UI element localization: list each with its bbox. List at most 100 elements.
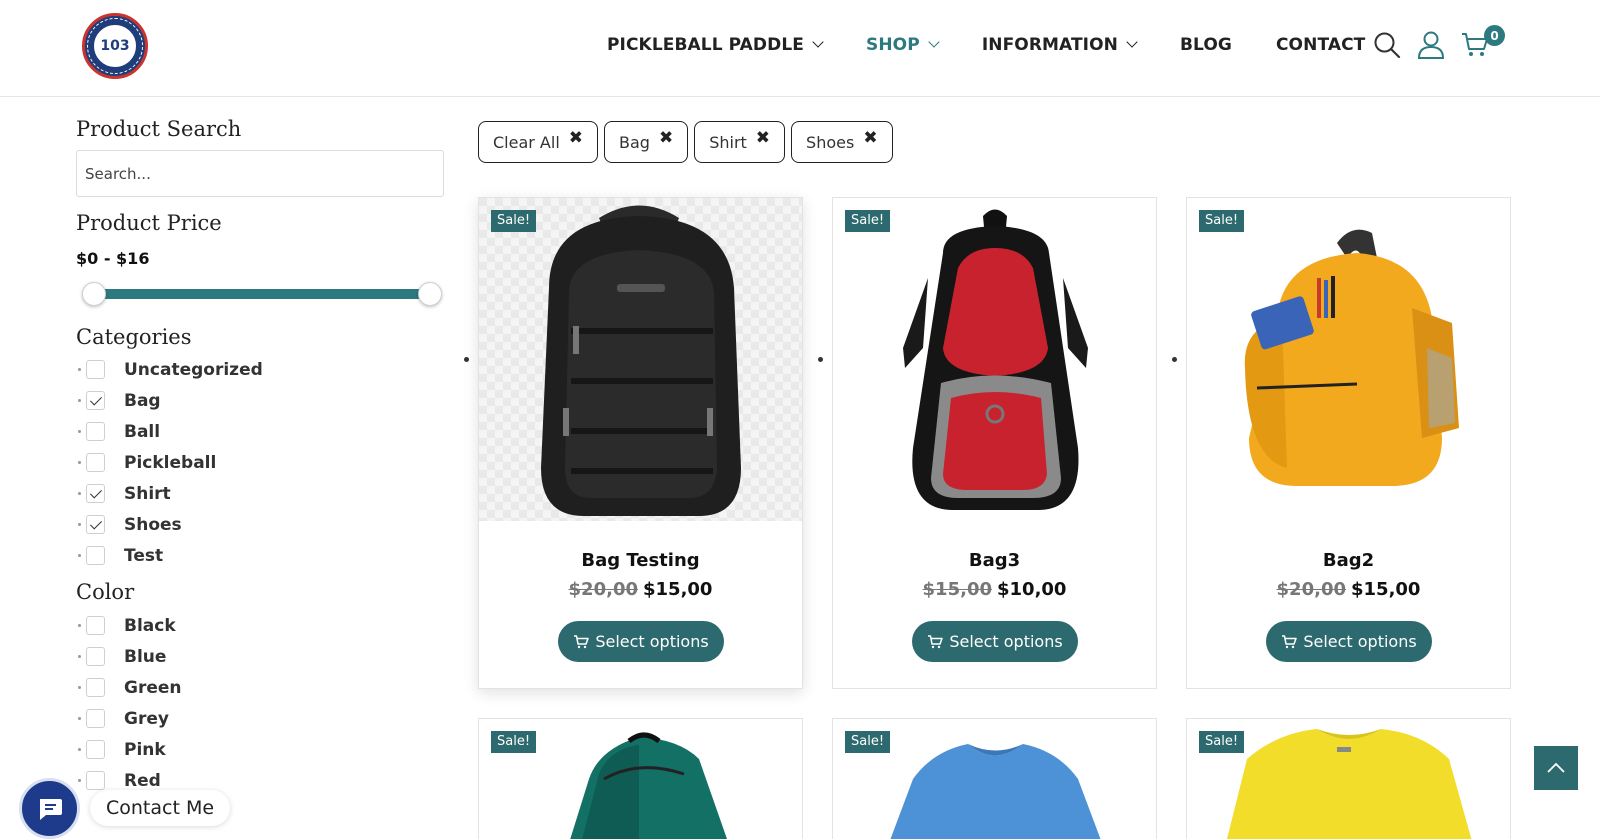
category-checkbox[interactable] (86, 360, 105, 379)
category-item-uncategorized[interactable]: Uncategorized (78, 354, 263, 385)
site-logo[interactable]: 103 (82, 13, 148, 79)
site-header: 103 PICKLEBALL PADDLE SHOP INFORMATION B… (0, 0, 1600, 97)
filter-chip-shoes[interactable]: Shoes ✖ (791, 121, 893, 163)
filter-chip-bag[interactable]: Bag ✖ (604, 121, 689, 163)
product-name[interactable]: Bag3 (833, 550, 1156, 571)
price-range-text: $0 - $16 (76, 249, 150, 268)
color-checkbox[interactable] (86, 616, 105, 635)
product-price-title: Product Price (76, 211, 222, 235)
color-checkbox[interactable] (86, 709, 105, 728)
product-price: $15,00 $10,00 (833, 579, 1156, 600)
button-label: Select options (1303, 632, 1417, 651)
category-checkbox[interactable] (86, 391, 105, 410)
cart-icon (928, 634, 944, 648)
nav-item-contact[interactable]: CONTACT (1276, 35, 1365, 55)
chip-label: Shirt (709, 132, 747, 152)
nav-label: BLOG (1179, 35, 1232, 55)
clear-all-chip[interactable]: Clear All ✖ (478, 121, 599, 163)
user-account-icon[interactable] (1414, 28, 1448, 62)
category-checkbox[interactable] (86, 515, 105, 534)
nav-item-shop[interactable]: SHOP (866, 35, 940, 55)
product-card[interactable]: Sale! (1186, 718, 1511, 839)
category-label: Shirt (124, 483, 171, 504)
category-item-pickleball[interactable]: Pickleball (78, 447, 263, 478)
color-checkbox[interactable] (86, 678, 105, 697)
color-label: Green (124, 677, 182, 698)
original-price: $15,00 (922, 579, 992, 600)
color-checkbox[interactable] (86, 647, 105, 666)
category-checkbox[interactable] (86, 484, 105, 503)
category-item-shoes[interactable]: Shoes (78, 509, 263, 540)
color-item-green[interactable]: Green (78, 672, 182, 703)
color-item-black[interactable]: Black (78, 610, 182, 641)
color-label: Red (124, 770, 161, 791)
category-item-bag[interactable]: Bag (78, 385, 263, 416)
back-to-top-button[interactable] (1534, 746, 1578, 790)
color-item-grey[interactable]: Grey (78, 703, 182, 734)
contact-me-label[interactable]: Contact Me (90, 790, 231, 826)
color-label: Black (124, 615, 176, 636)
nav-item-information[interactable]: INFORMATION (981, 35, 1138, 55)
category-item-shirt[interactable]: Shirt (78, 478, 263, 509)
nav-label: INFORMATION (981, 35, 1118, 55)
product-image-yellow-backpack[interactable] (1187, 198, 1510, 521)
price-slider-max-handle[interactable] (418, 282, 442, 306)
product-price: $20,00 $15,00 (479, 579, 802, 600)
product-image-black-backpack[interactable] (479, 198, 802, 521)
button-label: Select options (949, 632, 1063, 651)
color-checkbox[interactable] (86, 740, 105, 759)
select-options-button[interactable]: Select options (558, 621, 724, 662)
nav-label: CONTACT (1275, 35, 1366, 55)
color-checkbox[interactable] (86, 771, 105, 790)
nav-item-pickleball-paddle[interactable]: PICKLEBALL PADDLE (607, 35, 824, 55)
category-label: Pickleball (124, 452, 217, 473)
product-search-input[interactable] (76, 150, 444, 197)
select-options-button[interactable]: Select options (912, 621, 1078, 662)
color-item-blue[interactable]: Blue (78, 641, 182, 672)
product-card[interactable]: Sale! Bag3 $15,00 $10,00 Select options (832, 197, 1157, 689)
chevron-up-icon (1547, 762, 1565, 773)
bullet-dot (78, 717, 81, 720)
price-slider-min-handle[interactable] (82, 282, 106, 306)
remove-icon: ✖ (568, 128, 584, 148)
color-list: Black Blue Green Grey Pink Red (78, 610, 182, 796)
product-name[interactable]: Bag Testing (479, 550, 802, 571)
category-label: Test (124, 545, 164, 566)
category-item-ball[interactable]: Ball (78, 416, 263, 447)
category-checkbox[interactable] (86, 453, 105, 472)
chevron-down-icon (1126, 36, 1138, 48)
nav-item-blog[interactable]: BLOG (1180, 35, 1232, 55)
sale-price: $15,00 (1351, 579, 1421, 600)
select-options-button[interactable]: Select options (1266, 621, 1432, 662)
category-checkbox[interactable] (86, 546, 105, 565)
sale-badge: Sale! (491, 210, 537, 232)
product-card[interactable]: Sale! Bag2 $20,00 $15,00 Select options (1186, 197, 1511, 689)
cart-icon (1282, 634, 1298, 648)
product-name[interactable]: Bag2 (1187, 550, 1510, 571)
filter-chip-shirt[interactable]: Shirt ✖ (694, 121, 786, 163)
color-item-pink[interactable]: Pink (78, 734, 182, 765)
cart-count-badge: 0 (1484, 25, 1505, 46)
price-slider-track[interactable] (94, 289, 430, 299)
active-filter-chips: Clear All ✖ Bag ✖ Shirt ✖ Shoes ✖ (478, 121, 899, 163)
nav-label: SHOP (866, 35, 920, 55)
cart-icon (574, 634, 590, 648)
contact-chat-button[interactable] (19, 778, 80, 839)
category-label: Bag (124, 390, 161, 411)
sale-badge: Sale! (491, 731, 537, 753)
chip-label: Bag (619, 132, 650, 152)
original-price: $20,00 (568, 579, 638, 600)
category-list: Uncategorized Bag Ball Pickleball Shirt … (78, 354, 263, 571)
list-bullet (1172, 357, 1177, 362)
product-card[interactable]: Sale! (478, 718, 803, 839)
product-card[interactable]: Sale! Bag Testing $20,00 $15,00 Select op… (478, 197, 803, 689)
search-icon[interactable] (1370, 28, 1404, 62)
product-card[interactable]: Sale! (832, 718, 1157, 839)
category-item-test[interactable]: Test (78, 540, 263, 571)
category-checkbox[interactable] (86, 422, 105, 441)
bullet-dot (78, 430, 81, 433)
product-image-red-black-backpack[interactable] (833, 198, 1156, 521)
list-bullet (818, 357, 823, 362)
chat-icon (39, 798, 62, 820)
chip-label: Shoes (806, 132, 855, 152)
